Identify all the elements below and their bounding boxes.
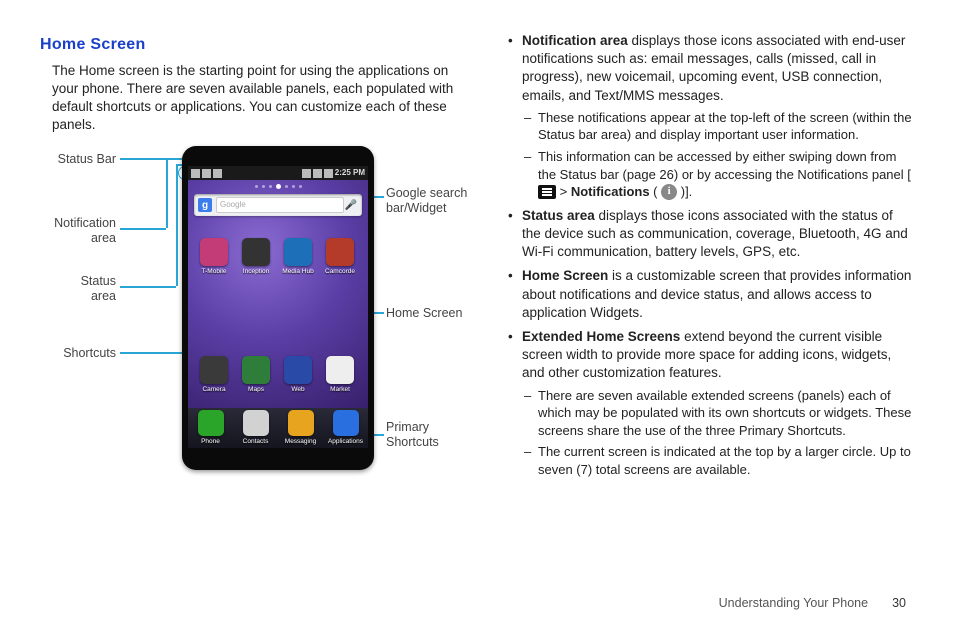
- app-icon: [284, 356, 312, 384]
- dock-label: Phone: [201, 438, 220, 447]
- primary-shortcuts-dock: Phone Contacts Messaging Applications: [188, 408, 368, 448]
- bullet-home-screen: Home Screen is a customizable screen tha…: [508, 267, 914, 322]
- phone-mockup: 2:25 PM g Google 🎤 T-Mobile Inception Me: [182, 146, 374, 470]
- bullet-extended-home-screens: Extended Home Screens extend beyond the …: [508, 328, 914, 478]
- label-primary-shortcuts: Primary Shortcuts: [386, 420, 439, 449]
- app-icon: [200, 238, 228, 266]
- app-label: Maps: [248, 386, 264, 395]
- applications-icon: [333, 410, 359, 436]
- dock-shortcut-contacts[interactable]: Contacts: [239, 410, 273, 448]
- google-logo-icon: g: [198, 198, 212, 212]
- app-icon: [284, 238, 312, 266]
- app-icon: [242, 238, 270, 266]
- dock-label: Applications: [328, 438, 363, 447]
- app-label: Market: [330, 386, 350, 395]
- google-search-widget[interactable]: g Google 🎤: [194, 194, 362, 216]
- app-shortcut[interactable]: Maps: [240, 356, 272, 398]
- app-shortcut[interactable]: Inception: [240, 238, 272, 280]
- bullet-status-area: Status area displays those icons associa…: [508, 207, 914, 262]
- search-input[interactable]: Google: [216, 197, 344, 213]
- description-column: Notification area displays those icons a…: [508, 32, 914, 486]
- app-shortcut[interactable]: Market: [324, 356, 356, 398]
- section-heading: Home Screen: [40, 34, 480, 56]
- phone-icon: [198, 410, 224, 436]
- app-icon: [242, 356, 270, 384]
- notification-icons: [191, 169, 222, 178]
- app-shortcut[interactable]: Camera: [198, 356, 230, 398]
- app-shortcut[interactable]: Media Hub: [282, 238, 314, 280]
- sub-bullet: This information can be accessed by eith…: [522, 148, 914, 201]
- dock-shortcut-phone[interactable]: Phone: [194, 410, 228, 448]
- label-shortcuts: Shortcuts: [50, 346, 116, 360]
- app-label: Web: [291, 386, 304, 395]
- dock-label: Messaging: [285, 438, 316, 447]
- sub-bullet: The current screen is indicated at the t…: [522, 443, 914, 478]
- notif-icon: [213, 169, 222, 178]
- notif-icon: [202, 169, 211, 178]
- contacts-icon: [243, 410, 269, 436]
- app-label: Media Hub: [282, 268, 313, 277]
- intro-paragraph: The Home screen is the starting point fo…: [52, 62, 462, 135]
- page-number: 30: [892, 595, 906, 612]
- signal-icon: [302, 169, 311, 178]
- app-label: Camcorde: [325, 268, 355, 277]
- network-icon: [313, 169, 322, 178]
- status-icons: 2:25 PM: [302, 168, 365, 179]
- sub-bullet: These notifications appear at the top-le…: [522, 109, 914, 144]
- label-notification-area: Notification area: [50, 216, 116, 245]
- label-status-area: Status area: [50, 274, 116, 303]
- app-label: Inception: [243, 268, 269, 277]
- app-label: Camera: [202, 386, 225, 395]
- page-footer: Understanding Your Phone 30: [719, 595, 906, 612]
- info-icon: [661, 184, 677, 200]
- footer-section: Understanding Your Phone: [719, 595, 868, 612]
- notif-icon: [191, 169, 200, 178]
- home-screen-figure: Status Bar Notification area Status area…: [50, 146, 470, 486]
- status-bar: 2:25 PM: [188, 166, 368, 180]
- app-shortcut[interactable]: T-Mobile: [198, 238, 230, 280]
- app-shortcut[interactable]: Web: [282, 356, 314, 398]
- app-icon: [326, 356, 354, 384]
- label-status-bar: Status Bar: [50, 152, 116, 166]
- bullet-notification-area: Notification area displays those icons a…: [508, 32, 914, 201]
- battery-icon: [324, 169, 333, 178]
- label-home-screen: Home Screen: [386, 306, 462, 320]
- mic-icon[interactable]: 🎤: [344, 199, 358, 213]
- dock-shortcut-applications[interactable]: Applications: [329, 410, 363, 448]
- messaging-icon: [288, 410, 314, 436]
- app-label: T-Mobile: [202, 268, 227, 277]
- sub-bullet: There are seven available extended scree…: [522, 387, 914, 440]
- page-indicator: [188, 182, 368, 190]
- app-shortcut[interactable]: Camcorde: [324, 238, 356, 280]
- app-icon: [200, 356, 228, 384]
- app-icon: [326, 238, 354, 266]
- menu-icon: [538, 185, 556, 199]
- dock-label: Contacts: [243, 438, 269, 447]
- label-google-search: Google search bar/Widget: [386, 186, 467, 215]
- dock-shortcut-messaging[interactable]: Messaging: [284, 410, 318, 448]
- clock: 2:25 PM: [335, 168, 365, 179]
